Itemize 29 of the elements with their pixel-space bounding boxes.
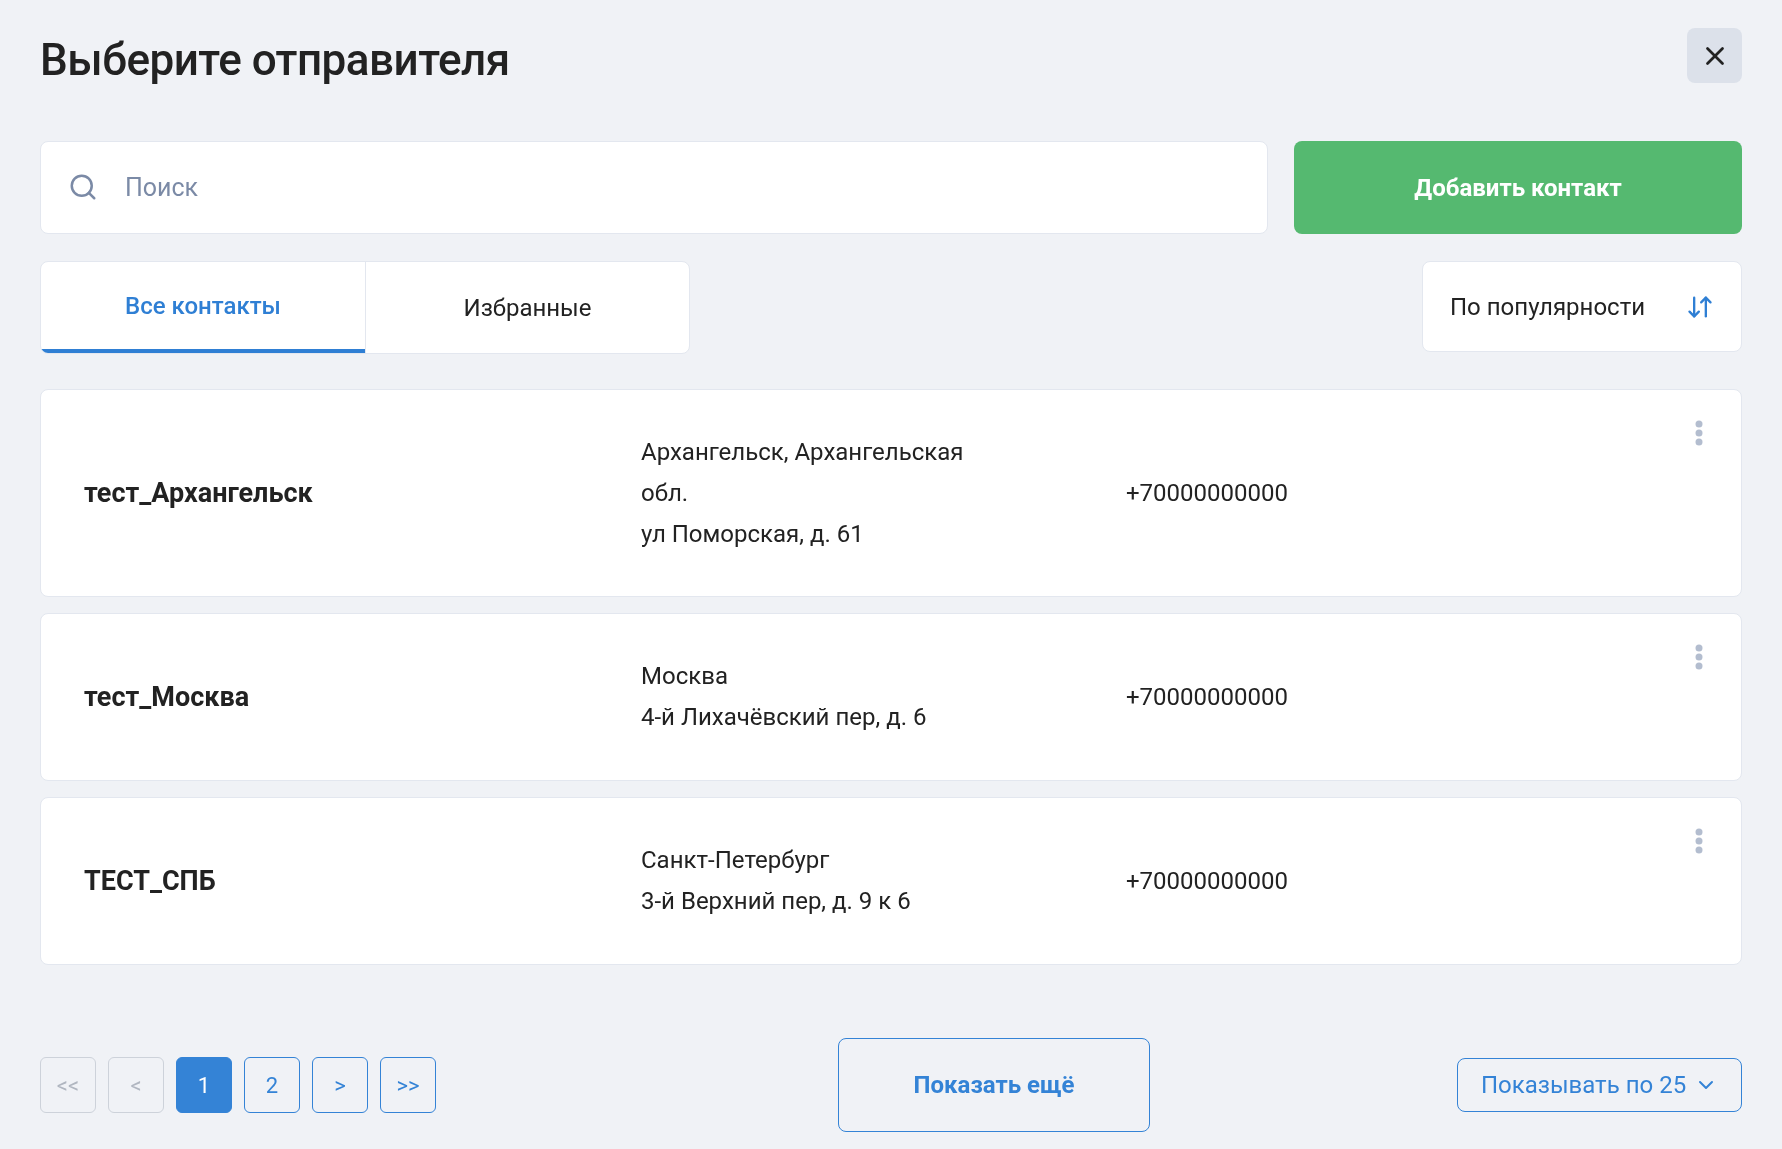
contact-name: тест_Архангельск (84, 475, 313, 511)
show-more-button[interactable]: Показать ещё (838, 1038, 1150, 1132)
contact-phone: +70000000000 (1126, 866, 1288, 897)
page-button[interactable]: > (312, 1057, 368, 1113)
dialog-title: Выберите отправителя (40, 38, 510, 82)
contact-card[interactable]: ТЕСТ_СПБ Санкт-Петербург 3-й Верхний пер, д. 9 к 6 +70000000000 (40, 797, 1742, 965)
close-button[interactable] (1687, 28, 1742, 83)
more-icon[interactable] (1695, 644, 1703, 670)
contact-name: ТЕСТ_СПБ (84, 863, 216, 899)
contact-card[interactable]: тест_Архангельск Архангельск, Архангельская обл. ул Поморская, д. 61 +70000000000 (40, 389, 1742, 597)
page-button[interactable]: 2 (244, 1057, 300, 1113)
page-button[interactable]: 1 (176, 1057, 232, 1113)
sort-dropdown[interactable]: По популярности (1422, 261, 1742, 352)
contact-card[interactable]: тест_Москва Москва 4-й Лихачёвский пер, д. 6 +70000000000 (40, 613, 1742, 781)
contact-address: Москва 4-й Лихачёвский пер, д. 6 (641, 661, 927, 733)
contact-phone: +70000000000 (1126, 682, 1288, 713)
per-page-dropdown[interactable]: Показывать по 25 (1457, 1058, 1742, 1112)
add-contact-button[interactable]: Добавить контакт (1294, 141, 1742, 234)
tab[interactable]: Все контакты (41, 262, 365, 353)
page-button[interactable]: >> (380, 1057, 436, 1113)
search-field[interactable]: Поиск (40, 141, 1268, 234)
contact-address: Архангельск, Архангельская обл. ул Поморская, д. 61 (641, 436, 964, 550)
more-icon[interactable] (1695, 420, 1703, 446)
contact-address: Санкт-Петербург 3-й Верхний пер, д. 9 к 6 (641, 845, 911, 917)
tab[interactable]: Избранные (365, 262, 689, 353)
contact-name: тест_Москва (84, 679, 250, 715)
search-icon (68, 172, 98, 202)
contact-phone: +70000000000 (1126, 478, 1288, 509)
more-icon[interactable] (1695, 828, 1703, 854)
